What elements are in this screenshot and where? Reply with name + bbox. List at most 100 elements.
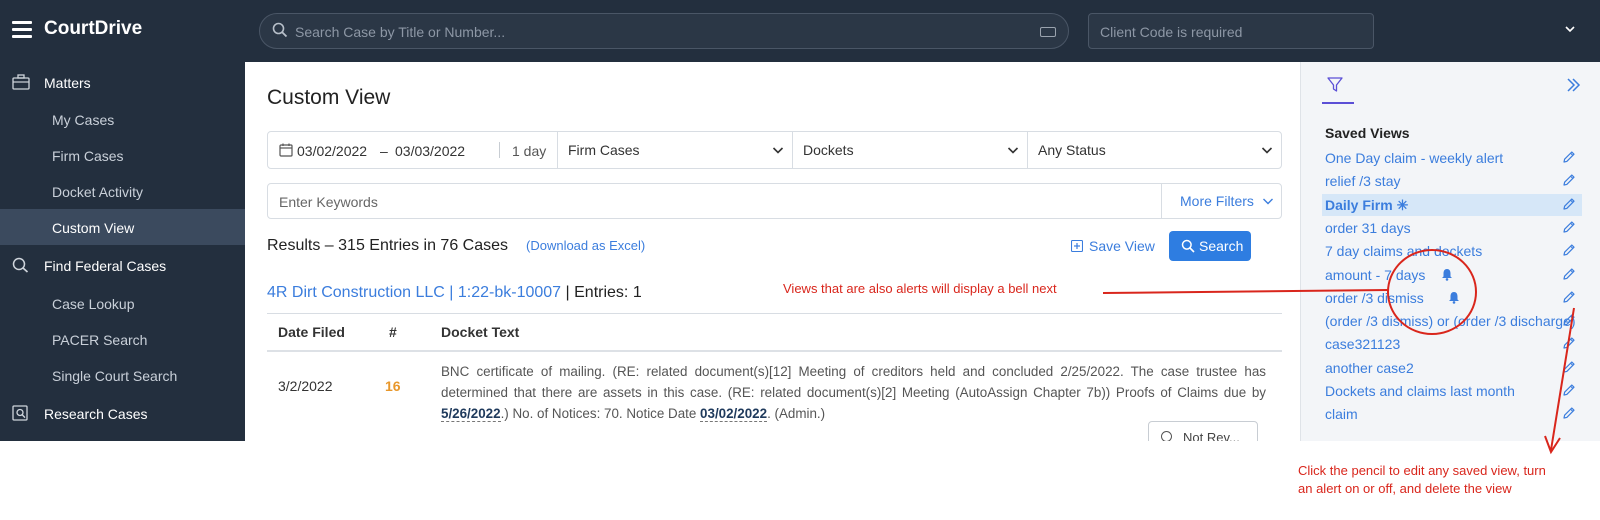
- saved-view-item[interactable]: relief /3 stay: [1322, 170, 1582, 192]
- pencil-edit-icon[interactable]: [1562, 336, 1576, 350]
- saved-view-label: 7 day claims and dockets: [1325, 243, 1483, 260]
- hamburger-menu-icon[interactable]: [12, 21, 32, 39]
- saved-view-item[interactable]: One Day claim - weekly alert: [1322, 147, 1582, 169]
- saved-view-item[interactable]: claim: [1322, 403, 1582, 425]
- case-search-input[interactable]: Search Case by Title or Number...: [259, 13, 1069, 49]
- saved-view-item[interactable]: amount - 7 days: [1322, 264, 1582, 286]
- docket-text-part: .) No. of Notices: 70. Notice Date: [500, 406, 701, 421]
- keywords-placeholder: Enter Keywords: [279, 194, 378, 210]
- filter-bar: 03/02/2022 – 03/03/2022 1 day Firm Cases…: [267, 131, 1282, 169]
- row-docket-number[interactable]: 16: [385, 378, 401, 394]
- chevron-down-icon: [1007, 147, 1019, 154]
- sidebar-item-pacer-search[interactable]: PACER Search: [0, 321, 245, 357]
- chevron-down-icon: [772, 147, 784, 154]
- saved-views-heading: Saved Views: [1325, 125, 1410, 141]
- column-header-number[interactable]: #: [389, 324, 397, 340]
- sidebar-item-label: My Cases: [52, 112, 115, 128]
- bell-icon: [1441, 268, 1453, 281]
- pencil-edit-icon[interactable]: [1562, 313, 1576, 327]
- sidebar: Matters My Cases Firm Cases Docket Activ…: [0, 62, 245, 441]
- saved-view-item[interactable]: order /3 dismiss: [1322, 287, 1582, 309]
- saved-view-item[interactable]: case321123: [1322, 333, 1582, 355]
- saved-view-item[interactable]: Daily Firm ✳: [1322, 193, 1582, 216]
- saved-view-label: order /3 dismiss: [1325, 289, 1424, 306]
- divider: [499, 142, 500, 158]
- docket-text-part: BNC certificate of mailing. (RE: related…: [441, 364, 1266, 400]
- sidebar-section-label: Matters: [44, 75, 91, 91]
- annotation-pencil-note-line-2: an alert on or off, and delete the view: [1298, 481, 1512, 496]
- sidebar-item-docket-activity[interactable]: Docket Activity: [0, 173, 245, 209]
- client-code-input[interactable]: Client Code is required: [1088, 13, 1374, 49]
- sidebar-section-label: Research Cases: [44, 406, 148, 422]
- case-scope-select[interactable]: Firm Cases: [557, 132, 792, 168]
- pencil-edit-icon[interactable]: [1562, 290, 1576, 304]
- saved-view-label: claim: [1325, 406, 1358, 423]
- pencil-edit-icon[interactable]: [1562, 150, 1576, 164]
- sidebar-section-research-cases[interactable]: Research Cases: [0, 395, 245, 431]
- circle-icon: [1161, 431, 1172, 441]
- double-chevron-right-icon[interactable]: [1565, 77, 1581, 93]
- not-reviewed-button[interactable]: Not Rev...: [1148, 421, 1258, 441]
- divider: [267, 313, 1282, 314]
- page-title: Custom View: [267, 86, 391, 109]
- sidebar-item-case-lookup[interactable]: Case Lookup: [0, 285, 245, 321]
- sidebar-item-label: Case Lookup: [52, 296, 135, 312]
- client-code-placeholder: Client Code is required: [1100, 24, 1243, 40]
- saved-view-label: Daily Firm ✳: [1325, 196, 1409, 213]
- sidebar-section-label: Find Federal Cases: [44, 258, 167, 274]
- more-filters-label: More Filters: [1180, 193, 1254, 209]
- sidebar-item-label: Docket Activity: [52, 184, 144, 200]
- status-select[interactable]: Any Status: [1027, 132, 1281, 168]
- saved-view-label: amount - 7 days: [1325, 266, 1426, 283]
- briefcase-icon: [12, 74, 30, 90]
- pencil-edit-icon[interactable]: [1562, 220, 1576, 234]
- saved-view-label: relief /3 stay: [1325, 173, 1401, 190]
- sidebar-item-my-cases[interactable]: My Cases: [0, 101, 245, 137]
- sidebar-section-matters[interactable]: Matters: [0, 64, 245, 100]
- more-filters-button[interactable]: More Filters: [1161, 184, 1281, 218]
- filter-icon[interactable]: [1327, 77, 1343, 93]
- saved-view-label: One Day claim - weekly alert: [1325, 150, 1504, 166]
- search-button[interactable]: Search: [1169, 231, 1251, 261]
- chevron-down-icon[interactable]: [1564, 23, 1576, 35]
- row-docket-text: BNC certificate of mailing. (RE: related…: [441, 361, 1266, 424]
- saved-view-item[interactable]: (order /3 dismiss) or (order /3 discharg…: [1322, 310, 1582, 332]
- bell-icon: [1448, 291, 1460, 304]
- pencil-edit-icon[interactable]: [1562, 243, 1576, 257]
- sidebar-item-firm-cases[interactable]: Firm Cases: [0, 137, 245, 173]
- saved-view-label: another case2: [1325, 359, 1414, 376]
- brand-logo[interactable]: CourtDrive: [44, 18, 142, 40]
- sidebar-section-find-federal-cases[interactable]: Find Federal Cases: [0, 247, 245, 283]
- column-header-docket-text[interactable]: Docket Text: [441, 324, 519, 340]
- pencil-edit-icon[interactable]: [1562, 383, 1576, 397]
- date-separator: –: [380, 143, 388, 159]
- sidebar-item-custom-view[interactable]: Custom View: [0, 209, 245, 245]
- pencil-edit-icon[interactable]: [1562, 267, 1576, 281]
- pencil-edit-icon[interactable]: [1562, 173, 1576, 187]
- docket-date-link[interactable]: 03/02/2022: [700, 406, 768, 422]
- keyboard-icon[interactable]: [1040, 27, 1056, 37]
- calendar-icon: [279, 143, 293, 157]
- pencil-edit-icon[interactable]: [1562, 197, 1576, 211]
- saved-view-item[interactable]: Dockets and claims last month: [1322, 380, 1582, 402]
- pencil-edit-icon[interactable]: [1562, 360, 1576, 374]
- type-select[interactable]: Dockets: [792, 132, 1027, 168]
- column-header-date-filed[interactable]: Date Filed: [278, 324, 345, 340]
- keywords-input[interactable]: Enter Keywords More Filters: [267, 183, 1282, 219]
- date-range-days: 1 day: [512, 143, 547, 159]
- saved-view-item[interactable]: 7 day claims and dockets: [1322, 240, 1582, 262]
- saved-views-panel: Saved Views One Day claim - weekly alert…: [1300, 62, 1600, 441]
- case-title-link[interactable]: 4R Dirt Construction LLC | 1:22-bk-10007: [267, 284, 561, 301]
- saved-view-item[interactable]: order 31 days: [1322, 217, 1582, 239]
- annotation-bell-note: Views that are also alerts will display …: [783, 281, 1057, 296]
- download-excel-link[interactable]: (Download as Excel): [526, 238, 645, 253]
- pencil-edit-icon[interactable]: [1562, 406, 1576, 420]
- search-placeholder: Search Case by Title or Number...: [295, 24, 506, 40]
- select-value: Dockets: [803, 142, 854, 158]
- saved-view-item[interactable]: another case2: [1322, 357, 1582, 379]
- docket-date-link[interactable]: 5/26/2022: [441, 406, 501, 422]
- date-range-picker[interactable]: 03/02/2022 – 03/03/2022 1 day: [268, 132, 563, 168]
- sidebar-item-single-court-search[interactable]: Single Court Search: [0, 357, 245, 393]
- plus-square-icon: [1071, 240, 1083, 252]
- app-window: CourtDrive Search Case by Title or Numbe…: [0, 0, 1600, 441]
